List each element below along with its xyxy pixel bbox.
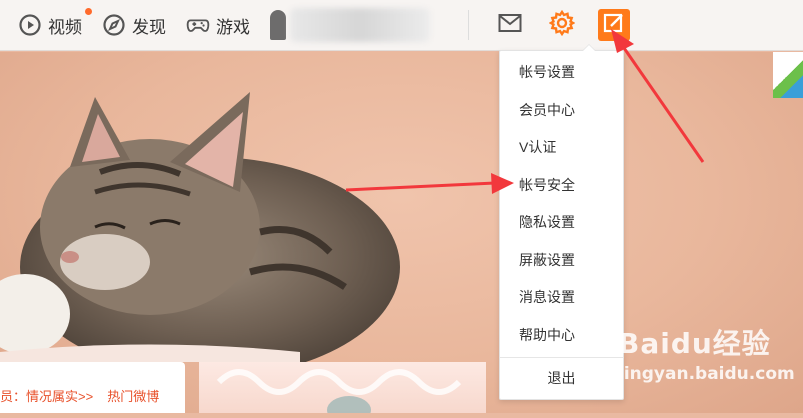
nav-item-label: 视频 bbox=[48, 17, 82, 37]
settings-dropdown: 帐号设置 会员中心 V认证 帐号安全 隐私设置 屏蔽设置 消息设置 帮助中心 退… bbox=[499, 44, 624, 400]
gear-icon bbox=[548, 9, 576, 41]
video-play-icon bbox=[18, 13, 42, 37]
baidu-jingyan-watermark: Baidu经验 jingyan.baidu.com bbox=[618, 322, 798, 392]
menu-item-block-settings[interactable]: 屏蔽设置 bbox=[500, 242, 623, 280]
user-profile-link[interactable] bbox=[270, 0, 430, 50]
nav-item-video[interactable]: 视频 bbox=[0, 0, 92, 50]
watermark-url: jingyan.baidu.com bbox=[618, 364, 795, 384]
menu-item-verification[interactable]: V认证 bbox=[500, 129, 623, 167]
avatar bbox=[270, 10, 286, 40]
notification-dot bbox=[85, 8, 92, 15]
settings-button[interactable] bbox=[547, 9, 577, 41]
menu-item-account-settings[interactable]: 帐号设置 bbox=[500, 54, 623, 92]
cat-cover-image bbox=[0, 92, 400, 362]
compass-icon bbox=[102, 13, 126, 37]
menu-item-privacy-settings[interactable]: 隐私设置 bbox=[500, 204, 623, 242]
username-redacted bbox=[290, 8, 430, 42]
hot-weibo-link[interactable]: 热门微博 bbox=[107, 389, 159, 404]
corner-flag-icon bbox=[773, 52, 803, 98]
watermark-logo: Baidu经验 bbox=[618, 327, 771, 360]
nav-item-label: 游戏 bbox=[216, 17, 250, 37]
messages-button[interactable] bbox=[495, 10, 525, 40]
compose-icon bbox=[603, 12, 625, 39]
news-link[interactable]: 员：情况属实>> bbox=[0, 389, 93, 404]
picture-card-illustration bbox=[216, 369, 462, 418]
menu-item-membership[interactable]: 会员中心 bbox=[500, 92, 623, 130]
compose-button[interactable] bbox=[598, 9, 630, 41]
menu-item-help-center[interactable]: 帮助中心 bbox=[500, 317, 623, 355]
nav-item-discover[interactable]: 发现 bbox=[92, 0, 176, 50]
gamepad-icon bbox=[186, 13, 210, 37]
menu-item-message-settings[interactable]: 消息设置 bbox=[500, 279, 623, 317]
nav-divider bbox=[468, 10, 469, 40]
picture-card[interactable] bbox=[199, 362, 486, 418]
mail-icon bbox=[498, 13, 522, 38]
news-card: 员：情况属实>> 热门微博 bbox=[0, 362, 185, 413]
logout-button[interactable]: 退出 bbox=[500, 358, 623, 398]
top-nav: 视频 发现 游戏 bbox=[0, 0, 803, 51]
nav-item-label: 发现 bbox=[132, 17, 166, 37]
nav-item-games[interactable]: 游戏 bbox=[176, 0, 260, 50]
menu-item-account-security[interactable]: 帐号安全 bbox=[500, 167, 623, 205]
